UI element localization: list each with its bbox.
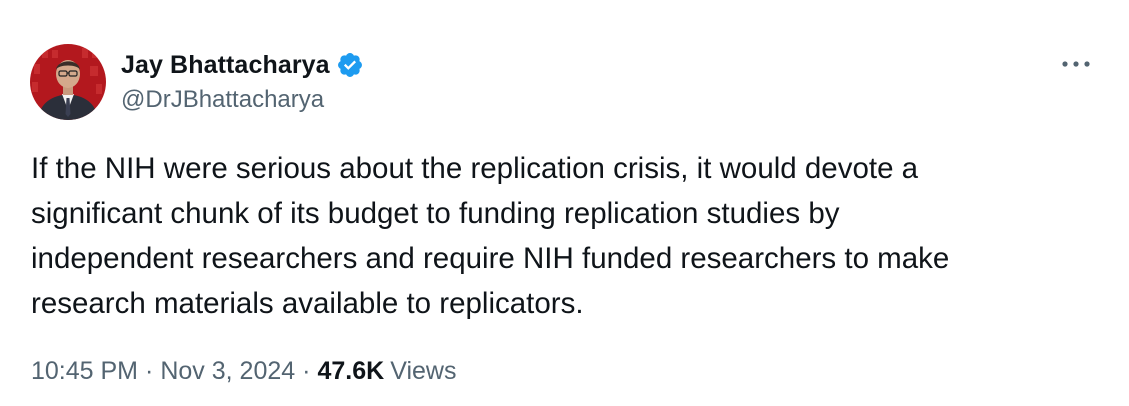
tweet-text-line: significant chunk of its budget to fundi… [31, 197, 840, 230]
tweet-date[interactable]: Nov 3, 2024 [160, 357, 295, 386]
author-handle[interactable]: @DrJBhattacharya [121, 86, 324, 114]
tweet-text-line: research materials available to replicat… [31, 287, 584, 320]
tweet-text-line: If the NIH were serious about the replic… [31, 152, 919, 185]
views-count[interactable]: 47.6K [318, 357, 385, 386]
more-options-button[interactable] [1058, 50, 1094, 78]
views-label[interactable]: Views [390, 357, 456, 386]
avatar-image [30, 44, 106, 120]
verified-badge-icon[interactable] [336, 51, 364, 79]
meta-separator: · [145, 357, 154, 385]
more-options-icon [1062, 61, 1090, 67]
meta-separator: · [302, 357, 311, 385]
author-name[interactable]: Jay Bhattacharya [121, 51, 330, 80]
author-row: Jay Bhattacharya [121, 48, 364, 82]
tweet-time[interactable]: 10:45 PM [31, 357, 138, 386]
tweet-text: If the NIH were serious about the replic… [31, 146, 1101, 326]
tweet-meta: 10:45 PM · Nov 3, 2024 · 47.6K Views [31, 357, 456, 386]
avatar[interactable] [30, 44, 106, 120]
tweet-text-line: independent researchers and require NIH … [31, 242, 950, 275]
tweet-card: Jay Bhattacharya @DrJBhattacharya If the… [0, 0, 1129, 406]
